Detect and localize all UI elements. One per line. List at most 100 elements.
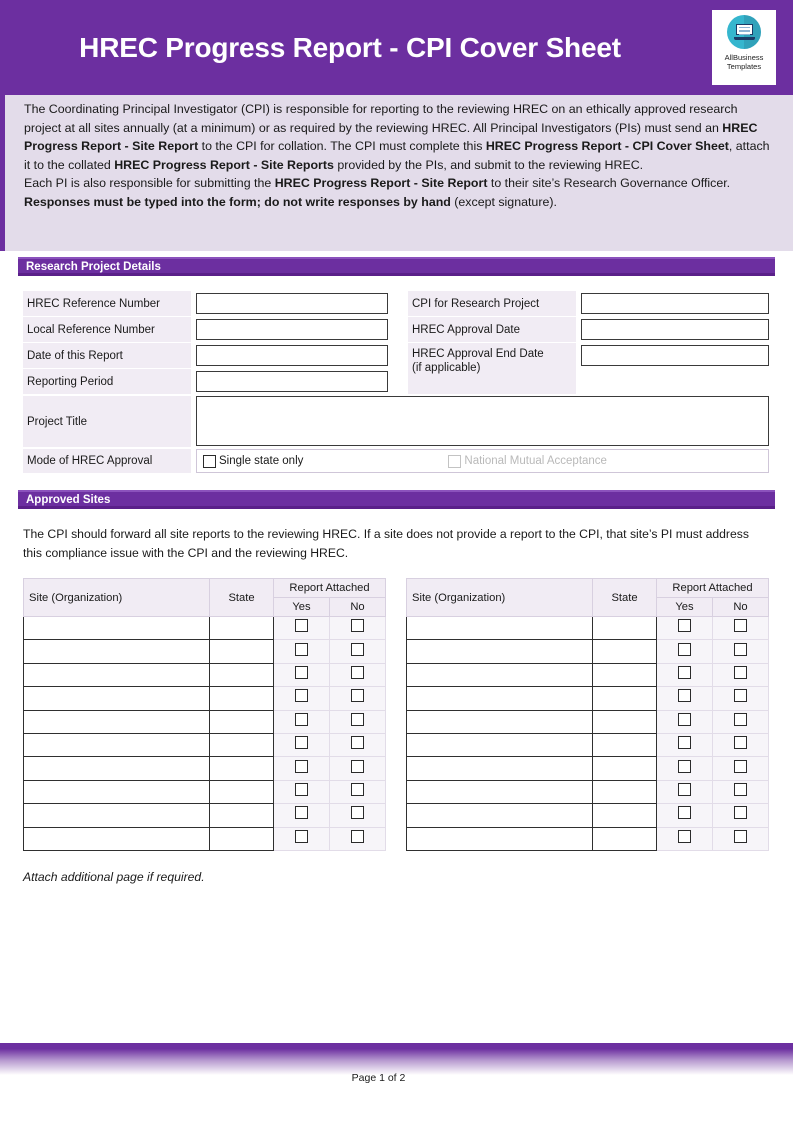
field-state[interactable]: [209, 709, 274, 734]
checkbox-report-attached-yes[interactable]: [295, 619, 308, 633]
checkbox-report-attached-no[interactable]: [351, 642, 364, 656]
field-state[interactable]: [592, 709, 657, 734]
checkbox-report-attached-yes[interactable]: [678, 829, 691, 843]
checkbox-report-attached-yes[interactable]: [295, 806, 308, 820]
field-site-organization[interactable]: [406, 803, 593, 828]
field-state[interactable]: [592, 615, 657, 641]
field-site-organization[interactable]: [23, 826, 210, 851]
checkbox-report-attached-yes[interactable]: [295, 665, 308, 679]
checkbox-report-attached-yes[interactable]: [295, 782, 308, 796]
checkbox-single-state-only[interactable]: [203, 454, 216, 468]
checkbox-report-attached-yes[interactable]: [678, 642, 691, 656]
column-header-site-organization: Site (Organization): [406, 578, 593, 617]
checkbox-report-attached-no[interactable]: [734, 665, 747, 679]
footer-page-number: Page 1 of 2: [351, 1072, 406, 1084]
mode-of-hrec-approval-options: Single state only National Mutual Accept…: [196, 449, 769, 473]
checkbox-report-attached-no[interactable]: [734, 736, 747, 750]
field-state[interactable]: [209, 732, 274, 758]
checkbox-report-attached-no[interactable]: [351, 619, 364, 633]
field-state[interactable]: [592, 686, 657, 711]
field-state[interactable]: [592, 826, 657, 851]
field-state[interactable]: [209, 639, 274, 664]
field-site-organization[interactable]: [406, 709, 593, 734]
checkbox-report-attached-yes[interactable]: [678, 736, 691, 750]
field-site-organization[interactable]: [406, 686, 593, 711]
checkbox-report-attached-no[interactable]: [734, 619, 747, 633]
checkbox-report-attached-no[interactable]: [734, 759, 747, 773]
checkbox-report-attached-yes-cell: [273, 826, 330, 851]
checkbox-report-attached-yes[interactable]: [678, 689, 691, 703]
checkbox-report-attached-yes[interactable]: [678, 665, 691, 679]
field-site-organization[interactable]: [406, 662, 593, 688]
checkbox-report-attached-no[interactable]: [734, 782, 747, 796]
field-site-organization[interactable]: [23, 639, 210, 664]
field-state[interactable]: [209, 826, 274, 851]
field-site-organization[interactable]: [406, 756, 593, 781]
checkbox-report-attached-yes-cell: [656, 639, 713, 664]
laptop-icon: [727, 15, 761, 49]
field-site-organization[interactable]: [23, 686, 210, 711]
checkbox-report-attached-no[interactable]: [351, 712, 364, 726]
checkbox-report-attached-yes[interactable]: [678, 782, 691, 796]
checkbox-report-attached-no[interactable]: [351, 759, 364, 773]
field-site-organization[interactable]: [406, 732, 593, 758]
field-site-organization[interactable]: [23, 803, 210, 828]
field-site-organization[interactable]: [23, 662, 210, 688]
checkbox-report-attached-no[interactable]: [734, 642, 747, 656]
field-hrec-approval-end-date[interactable]: [581, 345, 769, 366]
column-header-no: No: [711, 597, 770, 617]
checkbox-report-attached-yes[interactable]: [678, 712, 691, 726]
field-site-organization[interactable]: [23, 756, 210, 781]
checkbox-report-attached-no[interactable]: [734, 829, 747, 843]
checkbox-report-attached-yes[interactable]: [295, 689, 308, 703]
checkbox-report-attached-no[interactable]: [351, 689, 364, 703]
checkbox-report-attached-yes[interactable]: [678, 759, 691, 773]
checkbox-report-attached-no[interactable]: [351, 829, 364, 843]
field-site-organization[interactable]: [23, 709, 210, 734]
checkbox-report-attached-no[interactable]: [351, 806, 364, 820]
checkbox-report-attached-no[interactable]: [734, 712, 747, 726]
field-site-organization[interactable]: [406, 639, 593, 664]
checkbox-report-attached-no[interactable]: [351, 665, 364, 679]
checkbox-report-attached-no[interactable]: [734, 806, 747, 820]
field-state[interactable]: [209, 686, 274, 711]
field-state[interactable]: [209, 803, 274, 828]
field-state[interactable]: [592, 803, 657, 828]
field-local-reference-number[interactable]: [196, 319, 388, 340]
field-site-organization[interactable]: [406, 779, 593, 805]
field-site-organization[interactable]: [23, 732, 210, 758]
field-site-organization[interactable]: [23, 779, 210, 805]
field-state[interactable]: [209, 756, 274, 781]
checkbox-report-attached-yes[interactable]: [295, 829, 308, 843]
field-state[interactable]: [592, 662, 657, 688]
field-project-title[interactable]: [196, 396, 769, 446]
checkbox-report-attached-yes[interactable]: [678, 806, 691, 820]
table-body-left: [23, 615, 387, 851]
checkbox-report-attached-no[interactable]: [351, 782, 364, 796]
field-site-organization[interactable]: [23, 615, 210, 641]
field-reporting-period[interactable]: [196, 371, 388, 392]
table-row: [23, 662, 387, 688]
checkbox-national-mutual-acceptance[interactable]: [448, 454, 462, 468]
field-state[interactable]: [592, 779, 657, 805]
field-state[interactable]: [592, 756, 657, 781]
field-state[interactable]: [209, 615, 274, 641]
field-site-organization[interactable]: [406, 615, 593, 641]
checkbox-report-attached-yes[interactable]: [678, 619, 691, 633]
field-cpi-for-research-project[interactable]: [581, 293, 769, 314]
field-hrec-reference-number[interactable]: [196, 293, 388, 314]
field-date-of-this-report[interactable]: [196, 345, 388, 366]
checkbox-report-attached-yes[interactable]: [295, 712, 308, 726]
field-site-organization[interactable]: [406, 826, 593, 851]
checkbox-report-attached-no[interactable]: [351, 736, 364, 750]
checkbox-report-attached-yes[interactable]: [295, 736, 308, 750]
field-state[interactable]: [592, 639, 657, 664]
field-state[interactable]: [209, 779, 274, 805]
checkbox-report-attached-yes[interactable]: [295, 759, 308, 773]
field-state[interactable]: [209, 662, 274, 688]
field-state[interactable]: [592, 732, 657, 758]
checkbox-report-attached-yes[interactable]: [295, 642, 308, 656]
label-hrec-approval-end-date: HREC Approval End Date (if applicable): [408, 343, 576, 395]
checkbox-report-attached-no[interactable]: [734, 689, 747, 703]
field-hrec-approval-date[interactable]: [581, 319, 769, 340]
